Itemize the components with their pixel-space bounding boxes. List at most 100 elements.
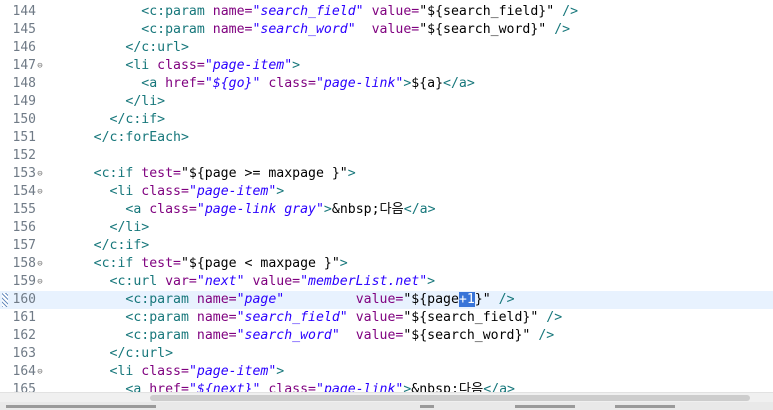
code-token: "page-link"	[315, 76, 404, 91]
code-token: <li	[125, 58, 158, 73]
code-line[interactable]: 161 <c:param name="search_field" value="…	[0, 309, 773, 327]
code-text: <c:url var="next" value="memberList.net"…	[46, 273, 436, 291]
line-number: 153	[12, 166, 36, 181]
code-text: </c:forEach>	[46, 129, 189, 147]
code-token: }"	[474, 292, 491, 307]
code-text: <li class="page-item">	[46, 183, 285, 201]
code-text: <c:param name="search_field" value="${se…	[46, 309, 562, 327]
code-token: "page"	[236, 292, 285, 307]
code-token: class=	[141, 184, 189, 199]
code-token: <a	[125, 202, 150, 217]
code-token: <c:param	[125, 292, 197, 307]
code-line[interactable]: 153 ⊖ <c:if test="${page >= maxpage }">	[0, 165, 773, 183]
code-line[interactable]: 163 </c:url>	[0, 345, 773, 363]
code-token: </c:if>	[109, 112, 166, 127]
code-token: value=	[355, 292, 404, 307]
code-text: <li class="page-item">	[46, 57, 300, 75]
code-line[interactable]: 160 <c:param name="page" value="${page+1…	[0, 291, 773, 309]
code-token: <c:param	[125, 310, 197, 325]
code-token: "search_word"	[236, 328, 340, 343]
code-token: </c:if>	[93, 238, 150, 253]
code-token: <a	[141, 76, 166, 91]
code-token: "memberList.net"	[300, 274, 428, 289]
fold-minus-icon[interactable]: ⊖	[36, 57, 44, 75]
code-text: <li class="page-item">	[46, 363, 285, 381]
code-token: <li	[109, 184, 142, 199]
code-token: <c:param	[141, 22, 213, 37]
code-token: value=	[371, 4, 420, 19]
code-token: />	[530, 328, 555, 343]
line-number: 165	[12, 382, 36, 392]
code-text: </c:url>	[46, 345, 174, 363]
code-token: var=	[165, 274, 197, 289]
code-token: "page-item"	[188, 184, 277, 199]
code-token: class=	[268, 76, 316, 91]
code-line[interactable]: 149 </li>	[0, 93, 773, 111]
code-text: </c:if>	[46, 111, 166, 129]
code-token: >	[339, 256, 348, 271]
fold-minus-icon[interactable]: ⊖	[36, 183, 44, 201]
fold-minus-icon[interactable]: ⊖	[36, 165, 44, 183]
code-line[interactable]: 159 ⊖ <c:url var="next" value="memberList…	[0, 273, 773, 291]
code-line[interactable]: 154 ⊖ <li class="page-item">	[0, 183, 773, 201]
line-number: 148	[12, 76, 36, 91]
code-token: class=	[149, 202, 197, 217]
status-segment	[6, 405, 156, 408]
code-token: "page-link"	[316, 382, 404, 392]
code-token: "next"	[196, 274, 245, 289]
code-token: "${go}"	[204, 76, 261, 91]
code-token: name=	[196, 328, 237, 343]
line-number: 164	[12, 364, 36, 379]
fold-minus-icon[interactable]: ⊖	[36, 273, 44, 291]
line-number: 151	[12, 130, 36, 145]
code-token: </a>	[443, 76, 475, 91]
code-token: <a	[125, 382, 150, 392]
code-line[interactable]: 150 </c:if>	[0, 111, 773, 129]
code-line[interactable]: 156 </li>	[0, 219, 773, 237]
code-line[interactable]: 151 </c:forEach>	[0, 129, 773, 147]
code-line[interactable]: 155 <a class="page-link gray">&nbsp;다음</…	[0, 201, 773, 219]
code-token: "page-link gray"	[196, 202, 324, 217]
scrollbar-thumb[interactable]	[150, 395, 750, 401]
line-number: 144	[12, 4, 36, 19]
code-line[interactable]: 152	[0, 147, 773, 165]
line-number: 152	[12, 148, 36, 163]
code-line[interactable]: 157 </c:if>	[0, 237, 773, 255]
line-number: 162	[12, 328, 36, 343]
code-token: <c:param	[125, 328, 197, 343]
code-line[interactable]: 147 ⊖ <li class="page-item">	[0, 57, 773, 75]
fold-minus-icon[interactable]: ⊖	[36, 363, 44, 381]
code-line[interactable]: 145 <c:param name="search_word" value="$…	[0, 21, 773, 39]
code-line[interactable]: 164 ⊖ <li class="page-item">	[0, 363, 773, 381]
code-line[interactable]: 146 </c:url>	[0, 39, 773, 57]
code-line[interactable]: 162 <c:param name="search_word" value="$…	[0, 327, 773, 345]
status-bar	[0, 402, 773, 410]
selected-text: +1	[458, 292, 475, 307]
status-segment	[420, 405, 434, 408]
code-editor[interactable]: 144 <c:param name="search_field" value="…	[0, 0, 773, 392]
fold-minus-icon[interactable]: ⊖	[36, 255, 44, 273]
code-line[interactable]: 165 <a href="${next}" class="page-link">…	[0, 381, 773, 392]
code-token: "${search_field}"	[419, 4, 555, 19]
code-token: />	[554, 4, 579, 19]
code-token: />	[490, 292, 515, 307]
code-line[interactable]: 148 <a href="${go}" class="page-link">${…	[0, 75, 773, 93]
code-token: value=	[355, 328, 404, 343]
code-token: "page-item"	[204, 58, 293, 73]
code-line[interactable]: 158 ⊖ <c:if test="${page < maxpage }">	[0, 255, 773, 273]
code-line[interactable]: 144 <c:param name="search_field" value="…	[0, 3, 773, 21]
line-number: 156	[12, 220, 36, 235]
code-text: <a href="${next}" class="page-link">&nbs…	[46, 381, 515, 392]
code-token: </a>	[403, 202, 436, 217]
